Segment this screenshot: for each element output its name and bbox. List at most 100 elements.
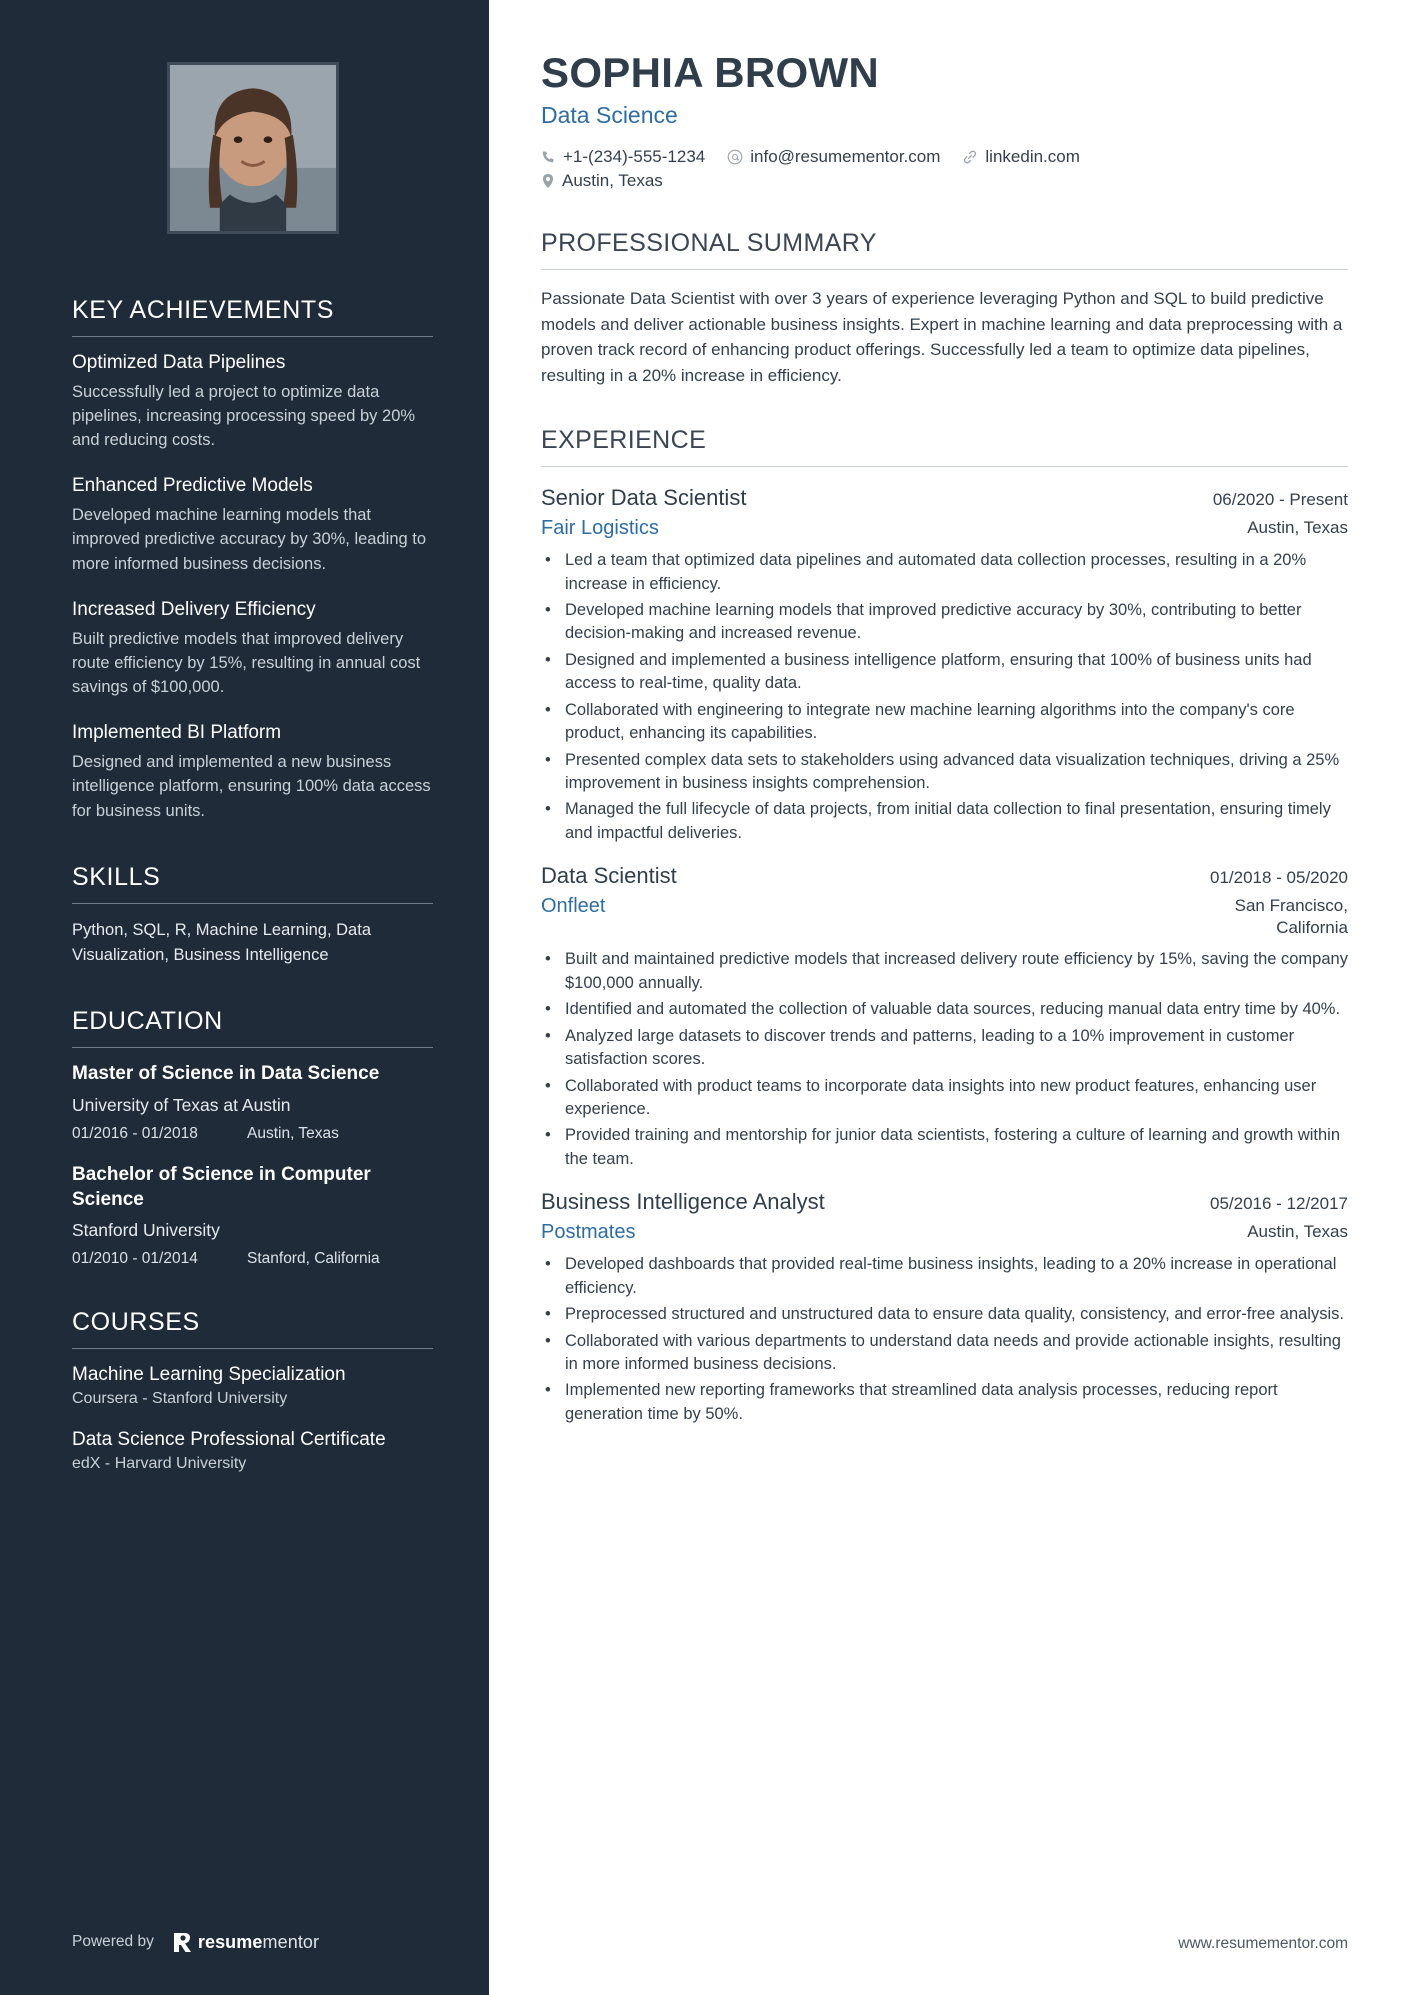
bullet-dot-icon: •	[545, 1331, 551, 1350]
footer-website-url: www.resumementor.com	[1178, 1935, 1348, 1952]
experience-item: Senior Data Scientist 06/2020 - Present …	[541, 485, 1348, 845]
bullet-text: Led a team that optimized data pipelines…	[565, 551, 1307, 593]
bullet-item: • Collaborated with various departments t…	[541, 1330, 1348, 1377]
powered-by-label: Powered by	[72, 1933, 154, 1950]
bullet-dot-icon: •	[545, 700, 551, 719]
course-title: Machine Learning Specialization	[72, 1364, 346, 1386]
courses-heading: COURSES	[72, 1308, 200, 1337]
contact-list: +1-(234)-555-1234 info@resumementor.com …	[541, 147, 1181, 191]
experience-subheader: Onfleet San Francisco, California	[541, 895, 1348, 939]
achievement-item: Implemented BI Platform Designed and imp…	[72, 721, 433, 822]
divider	[72, 1348, 433, 1350]
bullet-dot-icon: •	[545, 1126, 551, 1145]
bullet-text: Analyzed large datasets to discover tren…	[565, 1026, 1295, 1069]
achievement-description: Built predictive models that improved de…	[72, 629, 421, 697]
contact-location: Austin, Texas	[541, 171, 1181, 191]
achievement-item: Optimized Data Pipelines Successfully le…	[72, 351, 433, 452]
experience-company: Fair Logistics	[541, 517, 659, 540]
skills-heading: SKILLS	[72, 862, 161, 891]
section-key-achievements: KEY ACHIEVEMENTS Optimized Data Pipeline…	[72, 296, 433, 823]
achievement-item: Enhanced Predictive Models Developed mac…	[72, 474, 433, 575]
education-dates: 01/2010 - 01/2014	[72, 1250, 198, 1268]
bullet-dot-icon: •	[545, 1381, 551, 1400]
experience-item: Business Intelligence Analyst 05/2016 - …	[541, 1189, 1348, 1426]
experience-dates: 06/2020 - Present	[1212, 490, 1348, 510]
avatar-icon	[169, 65, 336, 231]
logo-light: mentor	[262, 1931, 320, 1952]
experience-location: Austin, Texas	[1247, 1222, 1348, 1242]
experience-company: Postmates	[541, 1221, 636, 1244]
job-role-subtitle: Data Science	[541, 102, 678, 129]
skills-list: Python, SQL, R, Machine Learning, Data V…	[72, 920, 371, 964]
bullet-item: • Provided training and mentorship for ju…	[541, 1124, 1348, 1171]
bullet-item: • Built and maintained predictive models …	[541, 948, 1348, 995]
bullet-text: Developed dashboards that provided real-…	[565, 1255, 1337, 1297]
bullet-text: Designed and implemented a business inte…	[565, 650, 1312, 693]
bullet-dot-icon: •	[545, 1076, 551, 1095]
location-icon	[543, 174, 553, 189]
course-item: Machine Learning Specialization Coursera…	[72, 1363, 433, 1408]
phone-icon	[542, 151, 554, 163]
experience-heading: EXPERIENCE	[541, 426, 707, 455]
education-dates: 01/2016 - 01/2018	[72, 1124, 198, 1142]
main-content: SOPHIA BROWN Data Science +1-(234)-555-1…	[489, 0, 1410, 1995]
divider	[541, 466, 1348, 468]
experience-company: Onfleet	[541, 895, 606, 918]
section-education: EDUCATION Master of Science in Data Scie…	[72, 1007, 433, 1268]
resumementor-logo-icon	[173, 1933, 191, 1952]
education-meta: 01/2010 - 01/2014 Stanford, California	[72, 1250, 433, 1268]
course-provider: Coursera - Stanford University	[72, 1390, 288, 1407]
bullet-item: • Developed machine learning models that …	[541, 599, 1348, 646]
bullet-text: Collaborated with engineering to integra…	[565, 700, 1295, 743]
bullet-dot-icon: •	[545, 1000, 551, 1019]
section-professional-summary: PROFESSIONAL SUMMARY Passionate Data Sci…	[541, 229, 1348, 388]
logo-bold: resume	[197, 1931, 263, 1952]
bullet-dot-icon: •	[545, 750, 551, 769]
bullet-item: • Identified and automated the collection…	[541, 998, 1348, 1021]
sidebar-footer: Powered by resumementor	[72, 1931, 319, 1953]
resumementor-logo[interactable]: resumementor	[172, 1931, 319, 1953]
divider	[72, 902, 433, 904]
section-experience: EXPERIENCE Senior Data Scientist 06/2020…	[541, 426, 1348, 1426]
experience-dates: 05/2016 - 12/2017	[1209, 1194, 1348, 1214]
experience-bullets: • Led a team that optimized data pipeline…	[541, 549, 1348, 845]
experience-title: Business Intelligence Analyst	[541, 1189, 825, 1215]
experience-header: Senior Data Scientist 06/2020 - Present	[541, 485, 1348, 511]
bullet-item: • Presented complex data sets to stakehol…	[541, 749, 1348, 796]
education-school: Stanford University	[72, 1220, 220, 1241]
bullet-dot-icon: •	[545, 551, 551, 570]
course-item: Data Science Professional Certificate ed…	[72, 1428, 433, 1473]
experience-header: Business Intelligence Analyst 05/2016 - …	[541, 1189, 1348, 1215]
education-degree: Master of Science in Data Science	[72, 1063, 380, 1085]
resumementor-logo-text: resumementor	[198, 1932, 319, 1953]
contact-email-text: info@resumementor.com	[750, 147, 941, 167]
experience-location: Austin, Texas	[1247, 518, 1348, 538]
divider	[72, 1047, 433, 1049]
bullet-item: • Developed dashboards that provided real…	[541, 1253, 1348, 1300]
contact-phone[interactable]: +1-(234)-555-1234	[541, 147, 705, 167]
achievement-description: Successfully led a project to optimize d…	[72, 382, 416, 450]
bullet-dot-icon: •	[545, 1026, 551, 1045]
contact-email[interactable]: info@resumementor.com	[727, 147, 940, 167]
education-heading: EDUCATION	[72, 1007, 223, 1036]
section-courses: COURSES Machine Learning Specialization …	[72, 1308, 433, 1472]
resume-page: KEY ACHIEVEMENTS Optimized Data Pipeline…	[0, 0, 1410, 1995]
section-skills: SKILLS Python, SQL, R, Machine Learning,…	[72, 863, 433, 968]
link-icon	[964, 150, 977, 164]
bullet-text: Preprocessed structured and unstructured…	[565, 1305, 1344, 1324]
photo-container	[72, 62, 433, 234]
bullet-text: Implemented new reporting frameworks tha…	[565, 1381, 1278, 1423]
bullet-text: Identified and automated the collection …	[565, 1000, 1341, 1019]
experience-dates: 01/2018 - 05/2020	[1209, 868, 1348, 888]
bullet-dot-icon: •	[545, 1305, 551, 1324]
achievement-title: Increased Delivery Efficiency	[72, 598, 316, 620]
bullet-text: Collaborated with various departments to…	[565, 1331, 1341, 1373]
bullet-item: • Managed the full lifecycle of data proj…	[541, 798, 1348, 845]
education-school: University of Texas at Austin	[72, 1094, 291, 1115]
experience-title: Data Scientist	[541, 863, 677, 889]
experience-location: San Francisco, California	[1234, 896, 1348, 938]
achievement-item: Increased Delivery Efficiency Built pred…	[72, 598, 433, 699]
bullet-text: Managed the full lifecycle of data proje…	[565, 800, 1331, 842]
contact-linkedin[interactable]: linkedin.com	[962, 147, 1080, 167]
education-location: Stanford, California	[247, 1250, 380, 1268]
